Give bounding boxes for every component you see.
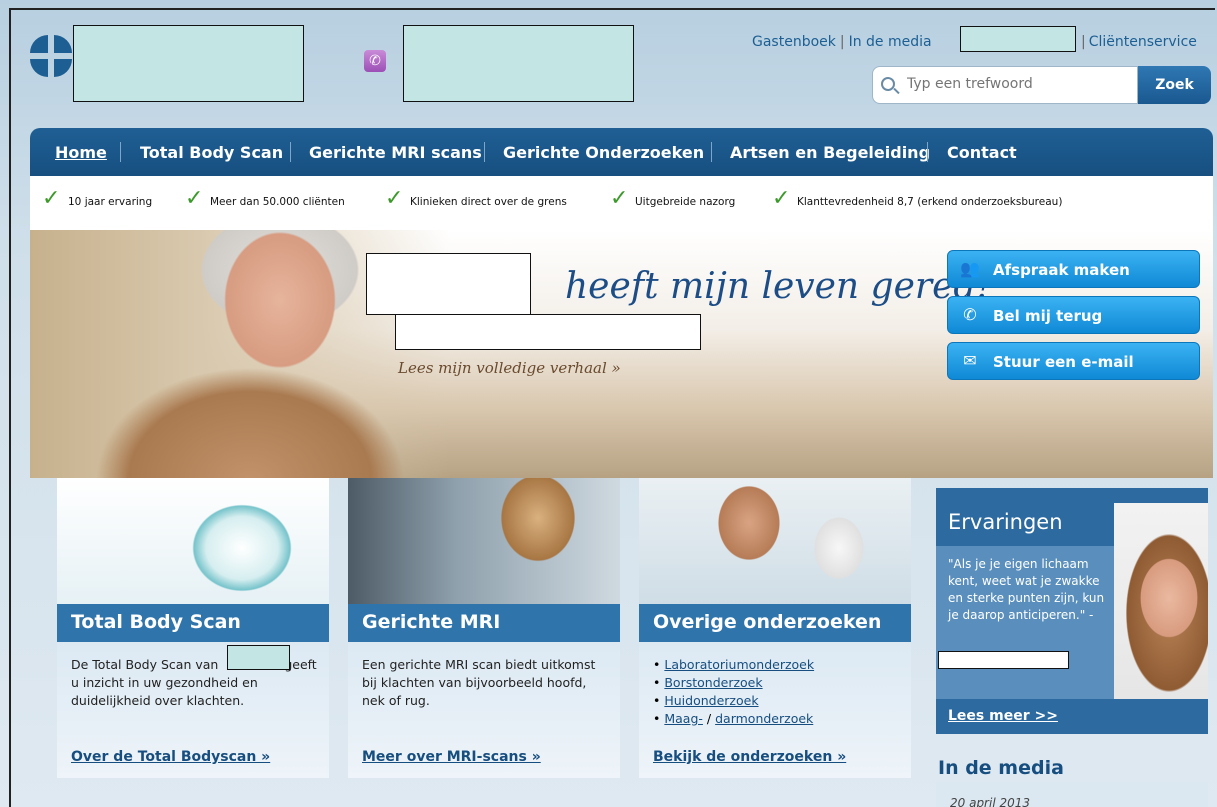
card-more-link[interactable]: Bekijk de onderzoeken » bbox=[653, 749, 846, 765]
list-item: • Laboratoriumonderzoek bbox=[653, 657, 815, 672]
usp-item: Klanttevredenheid 8,7 (erkend onderzoeks… bbox=[797, 196, 1063, 208]
experiences-heading: Ervaringen bbox=[948, 510, 1063, 534]
stress-test-image bbox=[639, 478, 911, 604]
exam-list: • Laboratoriumonderzoek • Borstonderzoek… bbox=[653, 656, 814, 728]
media-date: 20 april 2013 bbox=[950, 796, 1031, 807]
nav-artsen-begeleiding[interactable]: Artsen en Begeleiding bbox=[730, 143, 930, 162]
hero-quote: heeft mijn leven gered!" bbox=[565, 266, 1008, 307]
hero-read-more-link[interactable]: Lees mijn volledige verhaal » bbox=[398, 359, 621, 377]
testimonial-photo bbox=[1114, 503, 1208, 699]
experiences-box: Ervaringen "Als je je eigen lichaam kent… bbox=[936, 488, 1208, 734]
nav-contact[interactable]: Contact bbox=[947, 143, 1017, 162]
search-field[interactable] bbox=[872, 66, 1138, 104]
redacted-brand-inline bbox=[227, 645, 290, 670]
hero-banner: heeft mijn leven gered!" Lees mijn volle… bbox=[30, 230, 1213, 478]
usp-item: Klinieken direct over de grens bbox=[410, 196, 567, 208]
checkmark-icon: ✓ bbox=[185, 186, 204, 211]
mri-scanner-image bbox=[57, 478, 329, 604]
nav-total-body-scan[interactable]: Total Body Scan bbox=[140, 143, 283, 162]
nav-home[interactable]: Home bbox=[55, 143, 107, 162]
search-button[interactable]: Zoek bbox=[1138, 66, 1211, 104]
redacted-testimonial-name bbox=[938, 651, 1069, 669]
phone-icon: ✆ bbox=[364, 50, 386, 72]
card-title: Overige onderzoeken bbox=[639, 604, 911, 642]
link-huidonderzoek[interactable]: Huidonderzoek bbox=[664, 693, 758, 708]
cta-afspraak-maken[interactable]: 👥 Afspraak maken bbox=[947, 250, 1200, 288]
site-logo[interactable] bbox=[30, 35, 72, 77]
top-links-right: | Cliëntenservice bbox=[1081, 34, 1197, 50]
checkmark-icon: ✓ bbox=[772, 186, 791, 211]
usp-item: 10 jaar ervaring bbox=[68, 196, 153, 208]
usp-item: Uitgebreide nazorg bbox=[635, 196, 736, 208]
checkmark-icon: ✓ bbox=[385, 186, 404, 211]
search-bar: Zoek bbox=[872, 66, 1211, 104]
link-maag[interactable]: Maag- bbox=[664, 711, 703, 726]
checkmark-icon: ✓ bbox=[610, 186, 629, 211]
main-nav: Home Total Body Scan Gerichte MRI scans … bbox=[30, 128, 1213, 176]
card-title: Total Body Scan bbox=[57, 604, 329, 642]
checkmark-icon: ✓ bbox=[42, 186, 61, 211]
link-laboratoriumonderzoek[interactable]: Laboratoriumonderzoek bbox=[664, 657, 814, 672]
radiologist-image bbox=[348, 478, 620, 604]
cta-stuur-email[interactable]: ✉ Stuur een e-mail bbox=[947, 342, 1200, 380]
card-more-link[interactable]: Over de Total Bodyscan » bbox=[71, 749, 270, 765]
nav-gerichte-mri-scans[interactable]: Gerichte MRI scans bbox=[309, 143, 482, 162]
phone-icon: ✆ bbox=[963, 305, 977, 324]
users-icon: 👥 bbox=[960, 259, 980, 278]
card-overige-onderzoeken: Overige onderzoeken • Laboratoriumonderz… bbox=[639, 478, 911, 778]
card-more-link[interactable]: Meer over MRI-scans » bbox=[362, 749, 541, 765]
usp-item: Meer dan 50.000 cliënten bbox=[210, 196, 345, 208]
redacted-brand-name bbox=[73, 25, 304, 102]
nav-gerichte-onderzoeken[interactable]: Gerichte Onderzoeken bbox=[503, 143, 704, 162]
list-item: • Borstonderzoek bbox=[653, 675, 763, 690]
testimonial-quote: "Als je je eigen lichaam kent, weet wat … bbox=[948, 557, 1105, 622]
experiences-more-link[interactable]: Lees meer >> bbox=[948, 708, 1058, 724]
card-total-body-scan: Total Body Scan De Total Body Scan van g… bbox=[57, 478, 329, 778]
card-gerichte-mri: Gerichte MRI Een gerichte MRI scan biedt… bbox=[348, 478, 620, 778]
card-title: Gerichte MRI bbox=[348, 604, 620, 642]
redacted-hero-subtitle bbox=[395, 314, 701, 350]
link-borstonderzoek[interactable]: Borstonderzoek bbox=[664, 675, 762, 690]
link-gastenboek[interactable]: Gastenboek bbox=[752, 34, 836, 50]
card-description: Een gerichte MRI scan biedt uitkomst bij… bbox=[362, 657, 596, 708]
redacted-phone-number bbox=[403, 25, 634, 102]
top-links: Gastenboek | In de media bbox=[752, 34, 932, 50]
mail-icon: ✉ bbox=[963, 351, 977, 370]
search-icon bbox=[881, 77, 895, 91]
usp-bar: ✓ 10 jaar ervaring ✓ Meer dan 50.000 cli… bbox=[30, 176, 1213, 230]
redacted-hero-name bbox=[366, 253, 531, 315]
list-item: • Huidonderzoek bbox=[653, 693, 759, 708]
link-in-de-media[interactable]: In de media bbox=[849, 34, 932, 50]
media-heading: In de media bbox=[938, 757, 1064, 779]
redacted-toplink bbox=[960, 26, 1076, 52]
link-darmonderzoek[interactable]: darmonderzoek bbox=[715, 711, 813, 726]
list-item: • Maag- / darmonderzoek bbox=[653, 711, 814, 726]
cta-bel-mij-terug[interactable]: ✆ Bel mij terug bbox=[947, 296, 1200, 334]
link-clientenservice[interactable]: Cliëntenservice bbox=[1089, 34, 1197, 50]
search-input[interactable] bbox=[907, 76, 1127, 92]
